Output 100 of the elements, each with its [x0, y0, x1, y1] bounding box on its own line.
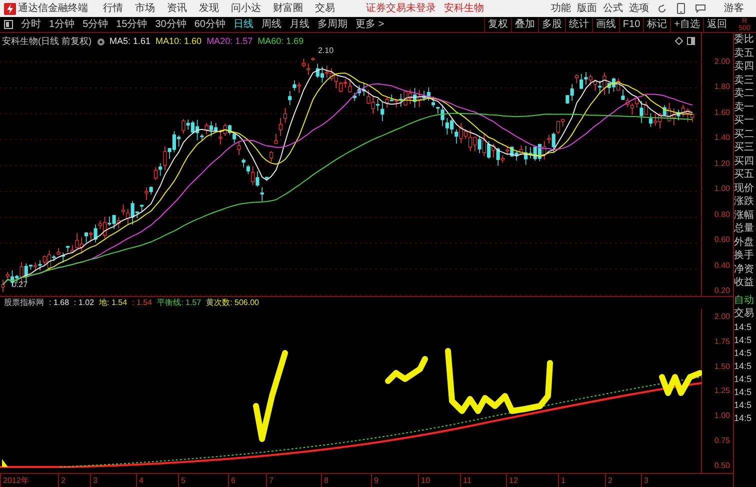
date-axis-label: 3 [644, 474, 648, 486]
menu-item[interactable]: 公式 [601, 1, 625, 16]
tool-button[interactable]: 返回 [703, 18, 730, 32]
tool-button[interactable]: 标记 [643, 18, 670, 32]
user-name: 游客 [724, 2, 744, 16]
menu-item[interactable]: 版面 [575, 1, 599, 16]
indicator-value: 黄次数: 506.00 [206, 297, 259, 309]
gear-icon[interactable] [96, 38, 104, 46]
price-axis-label: 1.20 [714, 158, 730, 169]
price-axis-label: 1.60 [714, 106, 730, 118]
period-tab[interactable]: 30分钟 [151, 17, 190, 32]
indicator-axis-label: 0.75 [714, 435, 730, 446]
price-axis-label: 1.80 [714, 81, 730, 92]
period-tab[interactable]: 周线 [258, 17, 286, 32]
price-axis-label: 1.40 [714, 132, 730, 144]
message-icon[interactable] [695, 4, 706, 13]
menu-item[interactable]: 资讯 [162, 1, 192, 16]
tool-button[interactable]: 多股 [538, 18, 565, 32]
indicator-value: 地: 1.54 [99, 297, 128, 309]
trade-time: 14:5 [734, 398, 753, 412]
quote-label: 卖二 [734, 87, 755, 100]
period-tab[interactable]: 15分钟 [112, 17, 152, 32]
date-axis-label: 9 [374, 474, 378, 486]
indicator-axis-label: 1.00 [714, 410, 730, 422]
period-tab[interactable]: 1分钟 [45, 17, 79, 32]
indicator-axis-label: 1.25 [714, 385, 730, 396]
moving-average-label: MA10: 1.60 [156, 35, 202, 48]
quote-label: 涨跌 [734, 195, 755, 208]
tool-button[interactable]: 画线 [592, 18, 619, 32]
refresh-icon[interactable] [657, 4, 667, 14]
quote-label: 买五 [734, 168, 755, 182]
tool-button[interactable]: 叠加 [510, 18, 538, 32]
menu-item[interactable]: 发现 [194, 1, 224, 16]
period-tab[interactable]: 60分钟 [190, 17, 230, 32]
date-axis-label: 7 [269, 474, 274, 486]
date-axis-label: 11 [463, 474, 472, 486]
date-axis-label: 1 [561, 474, 566, 486]
menu-item[interactable]: 交易 [310, 1, 340, 16]
indicator-axis-label: 1.75 [714, 336, 730, 347]
trade-time: 14:5 [734, 412, 753, 424]
tool-button[interactable]: 复权 [484, 18, 511, 32]
menu-item[interactable]: 功能 [549, 1, 573, 16]
quote-label: 卖一 [734, 100, 755, 114]
moving-average-label: MA60: 1.69 [258, 35, 304, 48]
app-name: 通达信金融终端 [18, 2, 88, 16]
low-price-label: 0.27 [12, 279, 28, 291]
chart-title: 安科生物(日线 前复权) [2, 35, 92, 48]
quote-label: 涨幅 [734, 208, 755, 222]
trade-label: 交易 [734, 307, 755, 320]
period-tab[interactable]: 月线 [286, 17, 314, 32]
menu-item[interactable]: 行情 [98, 1, 128, 16]
period-tab[interactable]: 分时 [17, 17, 45, 32]
panel-toggle-icon[interactable] [4, 20, 13, 29]
period-tab[interactable]: 日线 [230, 17, 258, 32]
phone-icon[interactable] [677, 3, 685, 14]
indicator-axis-label: 1.50 [714, 360, 730, 372]
indicator-axis-label: 2.00 [714, 311, 730, 322]
quote-label: 换手 [734, 249, 755, 262]
menu-item[interactable]: 财富圈 [268, 1, 308, 16]
trade-time: 14:5 [734, 386, 753, 398]
date-axis-label: 3 [93, 474, 98, 486]
quote-label: 总量 [734, 222, 755, 236]
date-axis-label: 10 [421, 474, 430, 486]
quote-label: 卖五 [734, 46, 755, 60]
panel-icon[interactable] [687, 37, 695, 45]
quote-label: 买二 [734, 128, 755, 141]
period-tab[interactable]: 5分钟 [78, 17, 112, 32]
quote-label: 委比 [734, 33, 755, 46]
tool-button[interactable]: 统计 [564, 18, 592, 32]
lightning-logo-icon [4, 2, 16, 14]
quote-label: 现价 [734, 182, 755, 195]
indicator-value: 平衡线: 1.57 [157, 297, 202, 309]
indicator-value: : 1.54 [132, 297, 152, 309]
quote-label: 买四 [734, 154, 755, 168]
moving-average-label: MA20: 1.57 [206, 35, 253, 48]
tool-button[interactable]: F10 [618, 18, 644, 32]
trade-time: 14:5 [734, 346, 753, 360]
quote-label: 买三 [734, 141, 755, 154]
period-tab[interactable]: 多周期 [314, 17, 352, 32]
quote-label: 收益 [734, 276, 755, 290]
price-axis-label: 1.00 [714, 183, 730, 194]
notice-text: 安科生物 [444, 2, 484, 16]
tool-button[interactable]: +自选 [670, 18, 703, 32]
diamond-icon[interactable] [675, 37, 683, 45]
indicator-value: : 1.02 [74, 297, 94, 309]
trade-time: 14:5 [734, 334, 753, 346]
indicator-value: : 1.68 [49, 297, 70, 309]
menu-item[interactable]: 选项 [627, 1, 651, 16]
auto-label: 自动 [734, 294, 755, 307]
menu-item[interactable]: 市场 [130, 1, 160, 16]
period-tab[interactable]: 更多 > [352, 17, 388, 32]
date-axis-label: 5 [181, 474, 186, 486]
date-axis-label: 4 [139, 474, 144, 486]
quote-label: 外盘 [734, 236, 755, 249]
moving-average-label: MA5: 1.61 [110, 35, 151, 48]
price-axis-label: 2.00 [714, 56, 730, 67]
price-axis-label: 0.40 [714, 260, 730, 270]
menu-item[interactable]: 问小达 [226, 1, 266, 16]
price-axis-label: 0.20 [714, 284, 730, 296]
notice-text: 证券交易未登录 [366, 2, 436, 16]
